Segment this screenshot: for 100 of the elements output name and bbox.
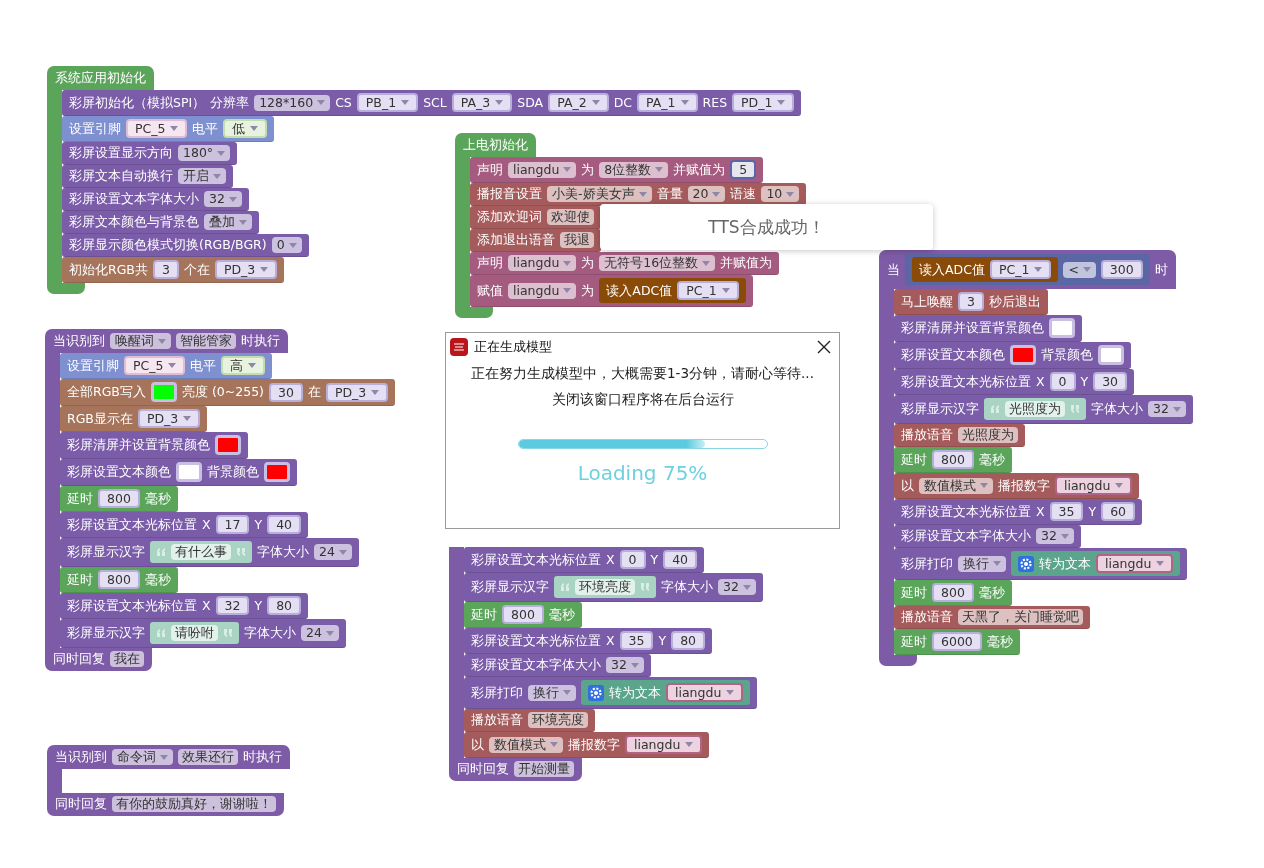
dropdown[interactable]: 180° (178, 145, 231, 161)
statement-block[interactable]: 添加欢迎词 欢迎使 (470, 206, 601, 229)
statement-block[interactable]: 彩屏显示汉字 有什么事 字体大小 24 (60, 538, 359, 567)
hat-block[interactable]: 当 读入ADC值 PC_1 < 300 时 (879, 250, 1176, 289)
statement-block[interactable]: 彩屏文本颜色与背景色 叠加 (62, 211, 259, 234)
reporter-block[interactable]: 转为文本 liangdu (581, 680, 751, 705)
dropdown[interactable]: 高 (221, 356, 266, 375)
number-field[interactable]: 35 (1049, 502, 1084, 521)
dropdown[interactable]: 32 (1036, 528, 1074, 544)
dropdown[interactable]: liangdu (1096, 554, 1174, 573)
statement-block[interactable]: 彩屏设置文本光标位置 X 35 Y 60 (894, 499, 1143, 525)
dropdown[interactable]: < (1063, 261, 1096, 278)
number-field[interactable]: 300 (1100, 260, 1143, 279)
statement-block[interactable]: 彩屏设置文本字体大小 32 (894, 525, 1081, 548)
reporter-block[interactable]: 转为文本 liangdu (1011, 551, 1181, 576)
statement-block[interactable]: 播放语音 环境亮度 (464, 709, 595, 732)
dropdown[interactable]: PC_1 (989, 260, 1052, 279)
footer-block[interactable]: 同时回复 开始测量 (449, 758, 582, 781)
statement-block[interactable]: 延时 6000 毫秒 (894, 629, 1020, 655)
dropdown[interactable]: 32 (606, 657, 644, 673)
number-field[interactable]: 80 (671, 631, 706, 650)
statement-block[interactable]: 以 数值模式 播报数字 liangdu (894, 473, 1140, 499)
statement-block[interactable]: RGB显示在 PD_3 (60, 406, 208, 432)
statement-block[interactable]: 彩屏设置文本光标位置 X 0 Y 30 (894, 369, 1135, 395)
number-field[interactable]: 800 (98, 489, 140, 508)
reporter-block[interactable]: 读入ADC值 PC_1 (912, 257, 1059, 282)
number-field[interactable]: 32 (215, 596, 250, 615)
reporter-block[interactable]: 读入ADC值 PC_1 < 300 (905, 254, 1150, 285)
statement-block[interactable]: 播放语音 天黑了，关门睡觉吧 (894, 606, 1090, 629)
number-field[interactable]: 80 (267, 596, 302, 615)
gear-icon[interactable] (588, 684, 604, 701)
dropdown[interactable]: PD_1 (732, 93, 795, 112)
color-swatch[interactable] (215, 435, 241, 455)
dropdown[interactable]: 10 (761, 186, 800, 202)
statement-block[interactable]: 延时 800 毫秒 (60, 486, 178, 512)
reporter-block[interactable]: 读入ADC值 PC_1 (599, 278, 746, 303)
dropdown[interactable]: 24 (314, 544, 352, 560)
statement-block[interactable]: 延时 800 毫秒 (894, 580, 1012, 606)
number-field[interactable]: 3 (152, 260, 179, 279)
text-field[interactable]: 欢迎使 (547, 209, 594, 225)
string-block[interactable]: 光照度为 (984, 398, 1086, 420)
statement-block[interactable]: 彩屏文本自动换行 开启 (62, 165, 233, 188)
number-field[interactable]: 3 (958, 292, 984, 311)
dropdown[interactable]: 换行 (528, 684, 576, 701)
dropdown[interactable]: liangdu (508, 161, 577, 178)
number-field[interactable]: 0 (619, 550, 646, 569)
number-field[interactable]: 17 (215, 515, 250, 534)
statement-block[interactable]: 赋值 liangdu 为 读入ADC值 PC_1 (470, 275, 753, 307)
dropdown[interactable]: 24 (301, 625, 339, 641)
statement-block[interactable]: 彩屏清屏并设置背景颜色 (894, 315, 1082, 342)
statement-block[interactable]: 彩屏设置文本字体大小 32 (464, 654, 651, 677)
number-field[interactable]: 5 (730, 160, 757, 179)
statement-block[interactable]: 彩屏显示汉字 光照度为 字体大小 32 (894, 395, 1193, 424)
color-swatch[interactable] (150, 382, 177, 402)
color-swatch[interactable] (1098, 345, 1124, 365)
dropdown[interactable]: 换行 (958, 555, 1006, 572)
number-field[interactable]: 800 (932, 450, 974, 469)
text-field[interactable]: 我退 (560, 232, 594, 248)
statement-block[interactable]: 彩屏清屏并设置背景颜色 (60, 432, 248, 459)
number-field[interactable]: 30 (1093, 372, 1128, 391)
number-field[interactable]: 6000 (932, 632, 982, 651)
number-field[interactable]: 0 (1049, 372, 1076, 391)
statement-block[interactable]: 彩屏设置文本颜色 背景颜色 (60, 459, 297, 486)
dropdown[interactable]: PC_5 (126, 119, 188, 138)
color-swatch[interactable] (1049, 318, 1075, 338)
statement-block[interactable]: 以 数值模式 播报数字 liangdu (464, 732, 710, 758)
dropdown[interactable]: 数值模式 (919, 477, 993, 494)
text-field[interactable]: 效果还行 (178, 749, 238, 765)
dropdown[interactable]: liangdu (508, 282, 577, 299)
dropdown[interactable]: 20 (687, 186, 726, 202)
close-icon[interactable] (817, 340, 831, 354)
dropdown[interactable]: 32 (718, 579, 756, 595)
dropdown[interactable]: 低 (223, 119, 268, 138)
statement-block[interactable]: 设置引脚 PC_5 电平 高 (60, 353, 273, 379)
number-field[interactable]: 40 (663, 550, 698, 569)
statement-block[interactable]: 彩屏设置文本光标位置 X 0 Y 40 (464, 547, 705, 573)
text-field[interactable]: 光照度为 (958, 427, 1018, 443)
number-field[interactable]: 60 (1101, 502, 1136, 521)
statement-block[interactable]: 彩屏设置文本字体大小 32 (62, 188, 249, 211)
text-field[interactable]: 我在 (110, 651, 144, 667)
statement-block[interactable]: 设置引脚 PC_5 电平 低 (62, 116, 275, 142)
number-field[interactable]: 35 (619, 631, 654, 650)
statement-block[interactable]: 添加退出语音 我退 (470, 229, 601, 252)
text-field[interactable]: 环境亮度 (575, 579, 635, 595)
number-field[interactable]: 40 (267, 515, 302, 534)
text-field[interactable]: 智能管家 (176, 333, 236, 349)
color-swatch[interactable] (264, 462, 290, 482)
string-block[interactable]: 请吩咐 (150, 622, 239, 644)
statement-block[interactable]: 彩屏显示汉字 环境亮度 字体大小 32 (464, 573, 763, 602)
dropdown[interactable]: 0 (271, 237, 302, 253)
dropdown[interactable]: liangdu (666, 683, 744, 702)
dropdown[interactable]: PB_1 (356, 93, 419, 112)
dropdown[interactable]: 无符号16位整数 (599, 255, 716, 271)
statement-block[interactable]: 延时 800 毫秒 (464, 602, 582, 628)
color-swatch[interactable] (1010, 345, 1036, 365)
statement-block[interactable]: 马上唤醒 3 秒后退出 (894, 289, 1048, 315)
text-field[interactable]: 天黑了，关门睡觉吧 (958, 609, 1083, 625)
dropdown[interactable]: 128*160 (254, 94, 331, 111)
dropdown[interactable]: 32 (1148, 401, 1186, 417)
dropdown[interactable]: liangdu (625, 735, 703, 754)
